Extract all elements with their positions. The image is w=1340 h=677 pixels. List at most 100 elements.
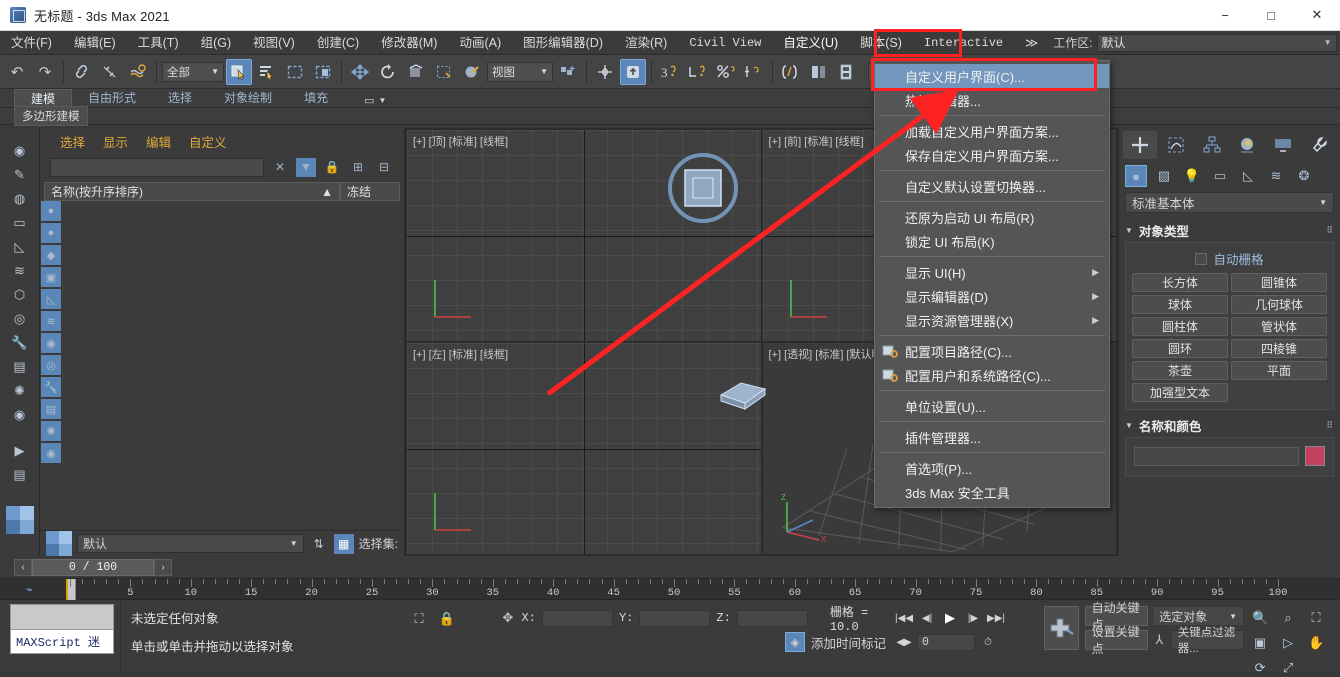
add-time-tag-label[interactable]: 添加时间标记 [811,633,886,652]
tab-modify[interactable] [1159,131,1193,159]
menu-item-entry[interactable]: 还原为启动 UI 布局(R) [875,205,1109,229]
subcat-shapes-icon[interactable]: ▧ [1153,165,1175,187]
menu-item-entry[interactable]: 单位设置(U)... [875,394,1109,418]
selection-lock-icon[interactable]: 🔒 [438,610,456,628]
tab-create[interactable] [1123,131,1157,159]
explorer-row-icon[interactable]: ▤ [41,399,61,419]
rail-tools-icon[interactable]: 🔧 [8,332,32,354]
rail-isolate-icon[interactable]: ⬡ [8,284,32,306]
explorer-row-icon[interactable]: ◺ [41,289,61,309]
time-configuration-icon[interactable]: ⏱ [978,633,998,652]
menu-scripting[interactable]: 脚本(S) [849,31,913,55]
pan-view-icon[interactable]: ✋ [1306,633,1326,652]
drag-handle-icon[interactable]: ⠿ [1326,225,1334,236]
track-bar[interactable]: ⌁ 05101520253035404550556065707580859095… [0,578,1340,600]
explorer-row-icon[interactable]: ● [41,223,61,243]
explorer-row-icon[interactable]: 🔧 [41,377,61,397]
object-button-cone[interactable]: 圆锥体 [1231,273,1327,292]
select-and-rotate-icon[interactable] [375,59,401,85]
rail-color-swatches[interactable] [6,506,34,534]
menu-item-entry[interactable]: 自定义用户界面(C)... [875,64,1109,88]
select-and-link-icon[interactable] [69,59,95,85]
reference-coordinate-combo[interactable]: 视图 ▼ [487,62,553,82]
explorer-menu-customize[interactable]: 自定义 [189,132,227,151]
object-button-torus[interactable]: 圆环 [1132,339,1228,358]
menu-file[interactable]: 文件(F) [0,31,63,55]
select-and-move-icon[interactable] [347,59,373,85]
menu-tools[interactable]: 工具(T) [127,31,190,55]
explorer-menu-display[interactable]: 显示 [103,132,128,151]
unlink-selection-icon[interactable] [97,59,123,85]
explorer-row-icon[interactable]: ▣ [41,267,61,287]
maximize-viewport-toggle-icon[interactable]: ⤢ [1278,658,1298,677]
toggle-scene-explorer-icon[interactable]: 3 [657,59,683,85]
redo-icon[interactable]: ↷ [32,59,58,85]
orbit-icon[interactable]: ⟳ [1250,658,1270,677]
ribbon-tab-modeling[interactable]: 建模 [14,89,72,107]
toggle-ribbon-icon[interactable] [713,59,739,85]
menu-customize[interactable]: 自定义(U) [772,31,849,55]
rail-list-icon[interactable]: ▤ [8,464,32,486]
go-to-start-icon[interactable]: |◀◀ [894,609,914,628]
current-frame-input[interactable]: 0 [917,634,975,651]
key-mode-toggle-icon[interactable]: ◀▶ [894,633,914,652]
current-frame-display[interactable]: 0 / 100 [32,559,154,576]
layer-color-icon[interactable] [46,531,72,557]
select-by-name-icon[interactable] [254,59,280,85]
rail-texture-icon[interactable]: ✺ [8,380,32,402]
subcat-cameras-icon[interactable]: ▭ [1209,165,1231,187]
rail-lasso-select-icon[interactable]: ◍ [8,188,32,210]
object-button-teapot[interactable]: 茶壶 [1132,361,1228,380]
menu-item-entry[interactable]: 加载自定义用户界面方案... [875,119,1109,143]
menu-civil-view[interactable]: Civil View [678,31,772,55]
ribbon-minimize-icon[interactable]: ▭ [364,94,374,107]
menu-item-entry[interactable]: 热键编辑器... [875,88,1109,112]
maxscript-output-pane[interactable] [10,604,114,630]
layer-select[interactable]: 默认 ▼ [77,534,304,553]
select-and-scale-icon[interactable] [403,59,429,85]
explorer-row-icon[interactable]: ≋ [41,311,61,331]
rail-rect-select-icon[interactable]: ▭ [8,212,32,234]
object-button-box[interactable]: 长方体 [1132,273,1228,292]
explorer-row-icon[interactable]: ✺ [41,421,61,441]
ribbon-tab-populate[interactable]: 填充 [288,89,344,107]
toggle-layer-explorer-icon[interactable] [685,59,711,85]
menu-item-entry[interactable]: 显示编辑器(D)▶ [875,284,1109,308]
curve-editor-icon[interactable] [741,59,767,85]
menu-item-user-gear-icon[interactable]: 配置用户和系统路径(C)... [875,363,1109,387]
object-button-tube[interactable]: 管状体 [1231,317,1327,336]
align-icon[interactable] [620,59,646,85]
column-header-name[interactable]: 名称(按升序排序) ▲ [44,182,340,201]
lock-icon[interactable]: 🔒 [322,158,342,177]
key-mode-combo[interactable]: 选定对象 ▼ [1152,606,1244,626]
object-button-cylinder[interactable]: 圆柱体 [1132,317,1228,336]
minimize-button[interactable]: − [1202,0,1248,31]
tab-hierarchy[interactable] [1195,131,1229,159]
menu-item-folder-gear-icon[interactable]: 配置项目路径(C)... [875,339,1109,363]
filter-icon[interactable]: ▼ [296,158,316,177]
explorer-row-icon[interactable]: ◉ [41,443,61,463]
manage-selection-sets-icon[interactable]: ▦ [334,534,354,554]
rail-select-object-icon[interactable]: ◉ [8,140,32,162]
menu-interactive[interactable]: Interactive [913,31,1014,55]
autogrid-row[interactable]: 自动栅格 [1132,248,1327,273]
rollout-object-type-header[interactable]: ▼ 对象类型 ⠿ [1125,219,1334,242]
viewport-top[interactable]: [+] [顶] [标准] [线框] [407,130,761,341]
object-button-sphere[interactable]: 球体 [1132,295,1228,314]
menu-animation[interactable]: 动画(A) [448,31,512,55]
zoom-extents-icon[interactable]: ⛶ [1306,608,1326,627]
absolute-relative-toggle-icon[interactable]: ✥ [500,609,516,627]
rail-paint-select-icon[interactable]: ✎ [8,164,32,186]
menu-item-entry[interactable]: 保存自定义用户界面方案... [875,143,1109,167]
clear-search-icon[interactable]: ✕ [270,158,290,177]
material-editor-icon[interactable] [778,59,804,85]
explorer-menu-select[interactable]: 选择 [60,132,85,151]
zoom-region-icon[interactable]: ▣ [1250,633,1270,652]
use-pivot-point-center-icon[interactable] [555,59,581,85]
explorer-row-icon[interactable]: ● [41,201,61,221]
subcat-systems-icon[interactable]: ❂ [1293,165,1315,187]
explorer-menu-edit[interactable]: 编辑 [146,132,171,151]
next-frame-icon[interactable]: › [154,559,172,576]
go-to-end-icon[interactable]: ▶▶| [986,609,1006,628]
select-object-icon[interactable] [226,59,252,85]
